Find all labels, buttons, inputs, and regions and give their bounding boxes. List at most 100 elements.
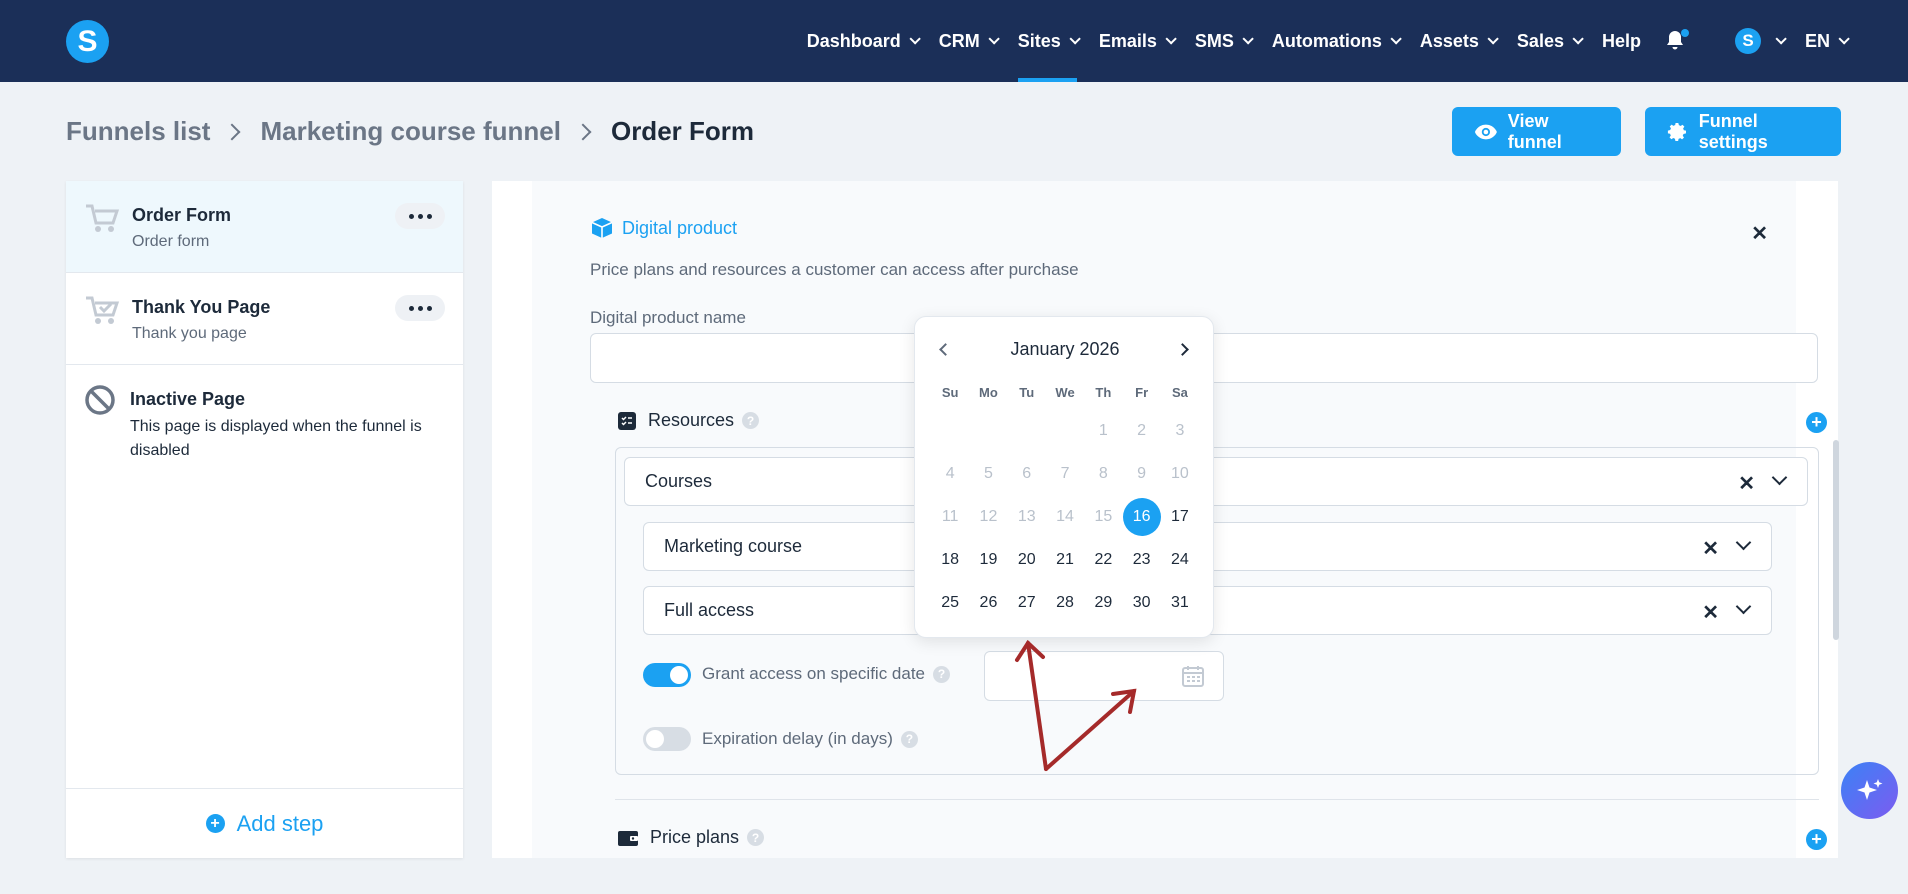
calendar-day-number: 28 — [1056, 593, 1074, 611]
calendar-day-number: 16 — [1122, 497, 1161, 536]
calendar-day: 2 — [1122, 409, 1160, 452]
calendar-day[interactable]: 28 — [1046, 581, 1084, 624]
checklist-icon — [618, 411, 636, 430]
section-divider — [615, 799, 1819, 800]
chevron-down-icon[interactable] — [1735, 598, 1752, 615]
calendar-day-selected[interactable]: 16 — [1122, 495, 1161, 538]
help-icon[interactable]: ? — [933, 665, 951, 683]
ai-assistant-button[interactable] — [1841, 762, 1898, 819]
step-more-button[interactable] — [395, 295, 445, 321]
help-icon[interactable]: ? — [742, 412, 760, 429]
add-step-button[interactable]: + Add step — [66, 788, 463, 858]
calendar-day-number: 2 — [1137, 421, 1147, 439]
step-more-button[interactable] — [395, 203, 445, 229]
calendar-day: 6 — [1008, 452, 1046, 495]
language-selector[interactable]: EN — [1805, 0, 1850, 82]
calendar-empty-cell — [931, 409, 969, 452]
calendar-day[interactable]: 18 — [931, 538, 969, 581]
step-inactive-page[interactable]: Inactive Page This page is displayed whe… — [66, 365, 463, 485]
close-icon[interactable]: ✕ — [1751, 221, 1768, 246]
calendar-day-number: 31 — [1171, 593, 1189, 611]
breadcrumb-funnel-name[interactable]: Marketing course funnel — [260, 116, 561, 147]
step-subtitle: Order form — [132, 233, 210, 250]
nav-item-emails[interactable]: Emails — [1099, 0, 1177, 82]
sparkle-icon — [1856, 778, 1882, 800]
calendar-day-number: 17 — [1171, 507, 1189, 525]
chevron-down-icon — [1487, 33, 1499, 45]
notification-bell-icon[interactable] — [1663, 29, 1689, 53]
calendar-day[interactable]: 20 — [1008, 538, 1046, 581]
chevron-right-icon — [574, 123, 592, 140]
grant-access-toggle[interactable] — [643, 663, 691, 687]
chevron-down-icon — [1390, 33, 1402, 45]
nav-item-help[interactable]: Help — [1602, 0, 1641, 82]
calendar-day: 5 — [969, 452, 1007, 495]
notification-dot — [1680, 29, 1689, 37]
calendar-day[interactable]: 27 — [1008, 581, 1046, 624]
calendar-day[interactable]: 21 — [1046, 538, 1084, 581]
calendar-icon[interactable] — [1181, 664, 1205, 688]
scrollbar[interactable] — [1833, 440, 1839, 640]
chevron-down-icon[interactable] — [1771, 469, 1788, 486]
cart-icon — [86, 204, 120, 232]
page-title: Order Form — [610, 116, 754, 146]
calendar-day-number: 3 — [1175, 421, 1185, 439]
calendar-day[interactable]: 17 — [1161, 495, 1199, 538]
access-date-input[interactable] — [984, 651, 1224, 701]
chevron-down-icon[interactable] — [1735, 534, 1752, 551]
help-icon[interactable]: ? — [747, 829, 765, 846]
user-avatar[interactable]: S — [1734, 28, 1761, 54]
breadcrumb: Funnels list Marketing course funnel Ord… — [66, 116, 754, 147]
toggle-knob — [670, 666, 688, 684]
help-icon[interactable]: ? — [900, 730, 918, 748]
view-funnel-button[interactable]: View funnel — [1452, 107, 1621, 156]
chevron-down-icon — [1775, 33, 1787, 45]
calendar-day[interactable]: 19 — [969, 538, 1007, 581]
nav-menu: Dashboard CRM Sites Emails SMS Automatio… — [785, 0, 1850, 82]
calendar-day[interactable]: 26 — [969, 581, 1007, 624]
weekday-header: Fr — [1135, 385, 1149, 400]
nav-label: Dashboard — [806, 30, 901, 51]
funnel-settings-label: Funnel settings — [1698, 110, 1768, 152]
calendar-day[interactable]: 22 — [1084, 538, 1122, 581]
nav-item-sites[interactable]: Sites — [1017, 0, 1081, 82]
expiration-toggle[interactable] — [643, 727, 691, 751]
nav-item-assets[interactable]: Assets — [1420, 0, 1499, 82]
calendar-day: 4 — [931, 452, 969, 495]
calendar-day[interactable]: 25 — [931, 581, 969, 624]
calendar-day-number: 26 — [979, 593, 998, 611]
nav-item-dashboard[interactable]: Dashboard — [806, 0, 921, 82]
step-thank-you-page[interactable]: Thank You Page Thank you page — [66, 273, 463, 365]
calendar-day[interactable]: 24 — [1161, 538, 1199, 581]
resource-type-select[interactable]: Courses ✕ — [624, 457, 1808, 506]
nav-item-sales[interactable]: Sales — [1517, 0, 1584, 82]
funnel-settings-button[interactable]: Funnel settings — [1645, 107, 1841, 156]
wallet-icon — [618, 830, 638, 846]
app-logo[interactable]: S — [66, 20, 109, 63]
breadcrumb-funnels-list[interactable]: Funnels list — [66, 116, 210, 147]
avatar-menu-toggle[interactable] — [1775, 0, 1787, 82]
eye-icon — [1474, 124, 1497, 139]
clear-icon[interactable]: ✕ — [1702, 600, 1719, 625]
chevron-down-icon — [1572, 33, 1584, 45]
step-order-form[interactable]: Order Form Order form — [66, 181, 463, 273]
add-price-plan-button[interactable]: + — [1806, 829, 1827, 850]
calendar-day: 13 — [1008, 495, 1046, 538]
nav-item-automations[interactable]: Automations — [1272, 0, 1402, 82]
grant-access-label: Grant access on specific date — [702, 664, 926, 683]
calendar-day-number: 21 — [1056, 550, 1074, 568]
calendar-day: 7 — [1046, 452, 1084, 495]
calendar-day[interactable]: 30 — [1122, 581, 1160, 624]
weekday-header: Sa — [1171, 385, 1188, 400]
calendar-day[interactable]: 31 — [1161, 581, 1199, 624]
calendar-empty-cell — [1046, 409, 1084, 452]
clear-icon[interactable]: ✕ — [1738, 471, 1755, 496]
nav-label: CRM — [938, 30, 980, 51]
calendar-day[interactable]: 23 — [1122, 538, 1160, 581]
step-description: This page is displayed when the funnel i… — [130, 418, 422, 459]
nav-item-sms[interactable]: SMS — [1195, 0, 1254, 82]
add-resource-button[interactable]: + — [1806, 412, 1827, 433]
nav-item-crm[interactable]: CRM — [938, 0, 1000, 82]
clear-icon[interactable]: ✕ — [1702, 536, 1719, 561]
calendar-day[interactable]: 29 — [1084, 581, 1122, 624]
